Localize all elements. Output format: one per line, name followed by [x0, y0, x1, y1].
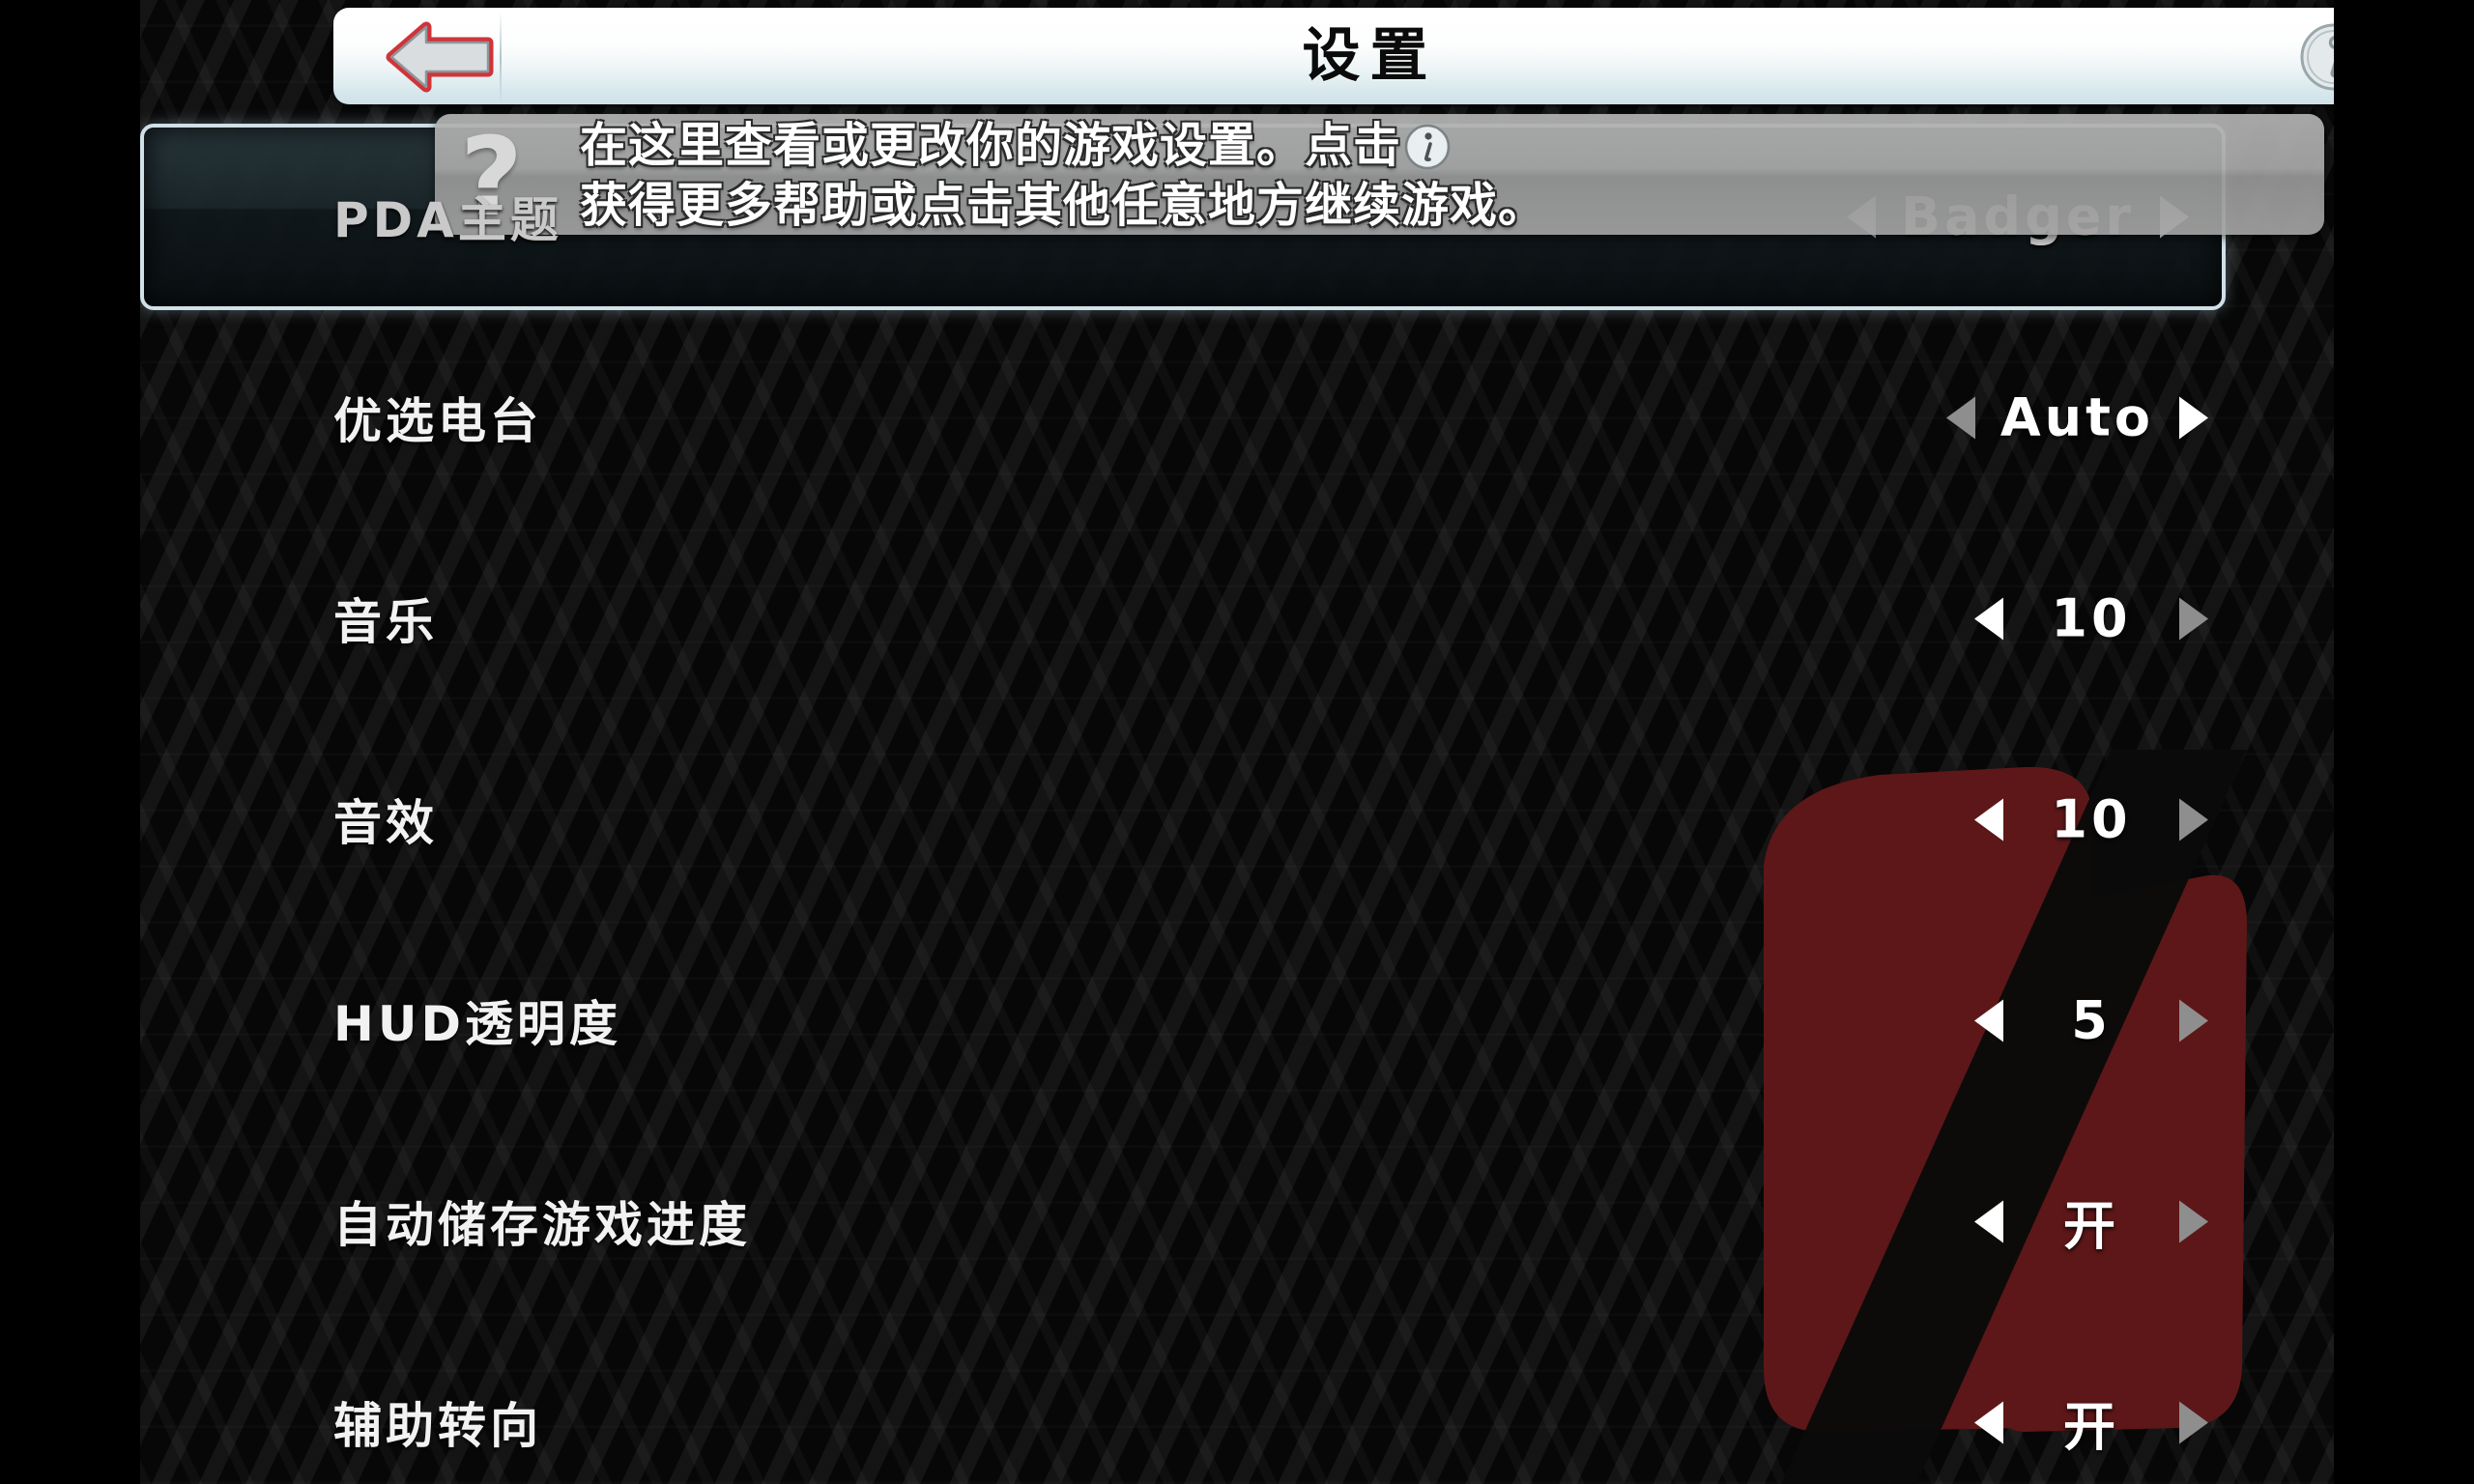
settings-row-value: 10 — [2051, 788, 2132, 850]
letterbox-left — [0, 0, 140, 1484]
settings-row-preferred-radio[interactable]: 优选电台 Auto — [140, 317, 2334, 518]
help-tooltip-line1: 在这里查看或更改你的游戏设置。点击 — [580, 118, 1402, 173]
settings-row-assisted-steering[interactable]: 辅助转向 开 — [140, 1322, 2334, 1484]
stepper-increment-arrow[interactable] — [2179, 1401, 2208, 1443]
stepper-decrement-arrow[interactable] — [1974, 999, 2003, 1042]
settings-row-label: HUD透明度 — [333, 996, 621, 1052]
settings-row-label: 优选电台 — [333, 393, 542, 449]
settings-screen: 设置 PDA主题 Badger — [0, 0, 2474, 1484]
settings-row-music[interactable]: 音乐 10 — [140, 518, 2334, 719]
help-tooltip-text: 在这里查看或更改你的游戏设置。点击 获得更多帮助或点击其他任意地方继续游戏。 — [580, 116, 2295, 236]
stepper-increment-arrow[interactable] — [2179, 597, 2208, 640]
stepper-decrement-arrow[interactable] — [1974, 1200, 2003, 1242]
settings-row-stepper: Auto — [1945, 386, 2208, 448]
settings-row-autosave[interactable]: 自动储存游戏进度 开 — [140, 1121, 2334, 1322]
stepper-increment-arrow[interactable] — [2179, 798, 2208, 841]
help-tooltip-line2: 获得更多帮助或点击其他任意地方继续游戏。 — [580, 178, 1547, 233]
header-bar: 设置 — [333, 8, 2334, 104]
stepper-decrement-arrow[interactable] — [1945, 396, 1975, 439]
page-title: 设置 — [1302, 22, 1438, 90]
info-icon — [2300, 23, 2334, 91]
stepper-decrement-arrow[interactable] — [1974, 798, 2003, 841]
letterbox-right — [2334, 0, 2474, 1484]
settings-row-label: 音效 — [333, 795, 438, 851]
settings-row-value: 5 — [2071, 989, 2112, 1051]
stepper-increment-arrow[interactable] — [2179, 396, 2208, 439]
settings-row-label: 辅助转向 — [333, 1398, 542, 1454]
pda-panel: 设置 PDA主题 Badger — [140, 0, 2334, 1484]
settings-row-label: 音乐 — [333, 594, 438, 650]
settings-row-stepper: 5 — [1974, 990, 2208, 1051]
settings-list: PDA主题 Badger 优选电台 Auto 音乐 — [140, 116, 2334, 1484]
settings-row-value: Auto — [1999, 386, 2154, 448]
inline-info-icon — [1404, 124, 1451, 170]
stepper-decrement-arrow[interactable] — [1974, 1401, 2003, 1443]
stepper-decrement-arrow[interactable] — [1974, 597, 2003, 640]
settings-row-value: 10 — [2051, 587, 2132, 649]
settings-row-sound-effects[interactable]: 音效 10 — [140, 719, 2334, 920]
settings-row-stepper: 10 — [1974, 789, 2208, 850]
settings-row-label: 自动储存游戏进度 — [333, 1197, 751, 1253]
stepper-increment-arrow[interactable] — [2179, 999, 2208, 1042]
settings-row-value: 开 — [2063, 1195, 2119, 1257]
settings-row-label: PDA主题 — [333, 192, 562, 248]
settings-row-stepper: 开 — [1974, 1184, 2208, 1260]
settings-row-stepper: 10 — [1974, 588, 2208, 649]
stepper-increment-arrow[interactable] — [2179, 1200, 2208, 1242]
help-tooltip[interactable]: ? 在这里查看或更改你的游戏设置。点击 获得更多帮助或点击其他任意地方继续游戏。 — [435, 114, 2324, 236]
settings-row-value: 开 — [2063, 1396, 2119, 1458]
settings-row-stepper: 开 — [1974, 1384, 2208, 1461]
settings-row-hud-transparency[interactable]: HUD透明度 5 — [140, 920, 2334, 1121]
info-button[interactable] — [2298, 21, 2334, 93]
